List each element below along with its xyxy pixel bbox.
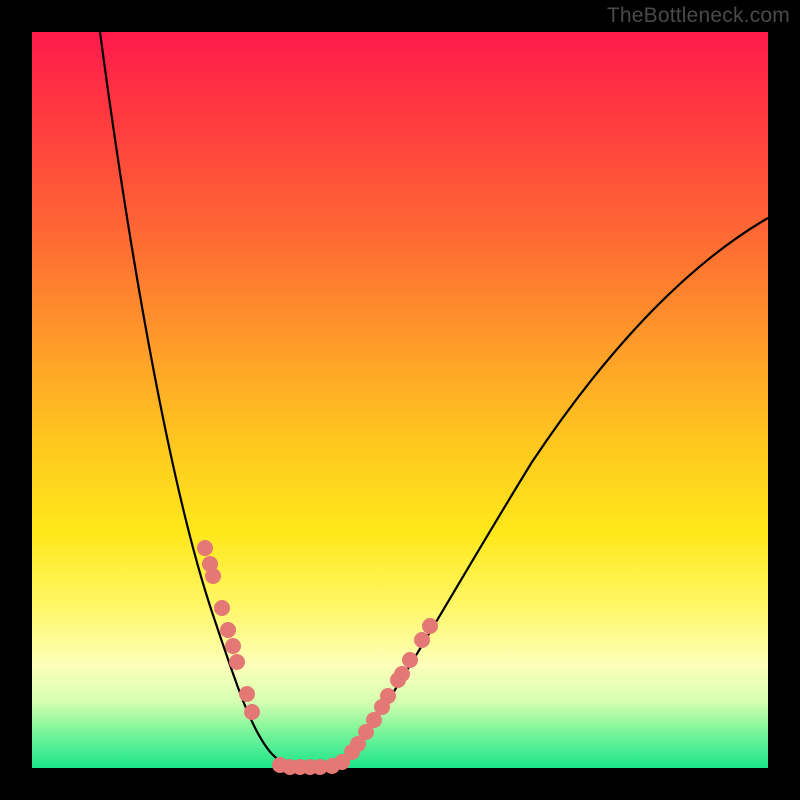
data-point [312, 759, 328, 775]
points-bottom-flat [272, 757, 328, 775]
data-point [244, 704, 260, 720]
data-point [214, 600, 230, 616]
points-right-cluster [324, 618, 438, 774]
plot-area [32, 32, 768, 768]
data-point [205, 568, 221, 584]
watermark-text: TheBottleneck.com [607, 4, 790, 28]
data-point [394, 666, 410, 682]
data-point [197, 540, 213, 556]
data-point [239, 686, 255, 702]
data-point [422, 618, 438, 634]
data-point [225, 638, 241, 654]
data-point [229, 654, 245, 670]
data-point [402, 652, 418, 668]
data-point [220, 622, 236, 638]
chart-svg [32, 32, 768, 768]
data-point [414, 632, 430, 648]
chart-frame: TheBottleneck.com [0, 0, 800, 800]
points-left-cluster [197, 540, 260, 720]
data-point [380, 688, 396, 704]
bottleneck-curve [100, 32, 768, 767]
